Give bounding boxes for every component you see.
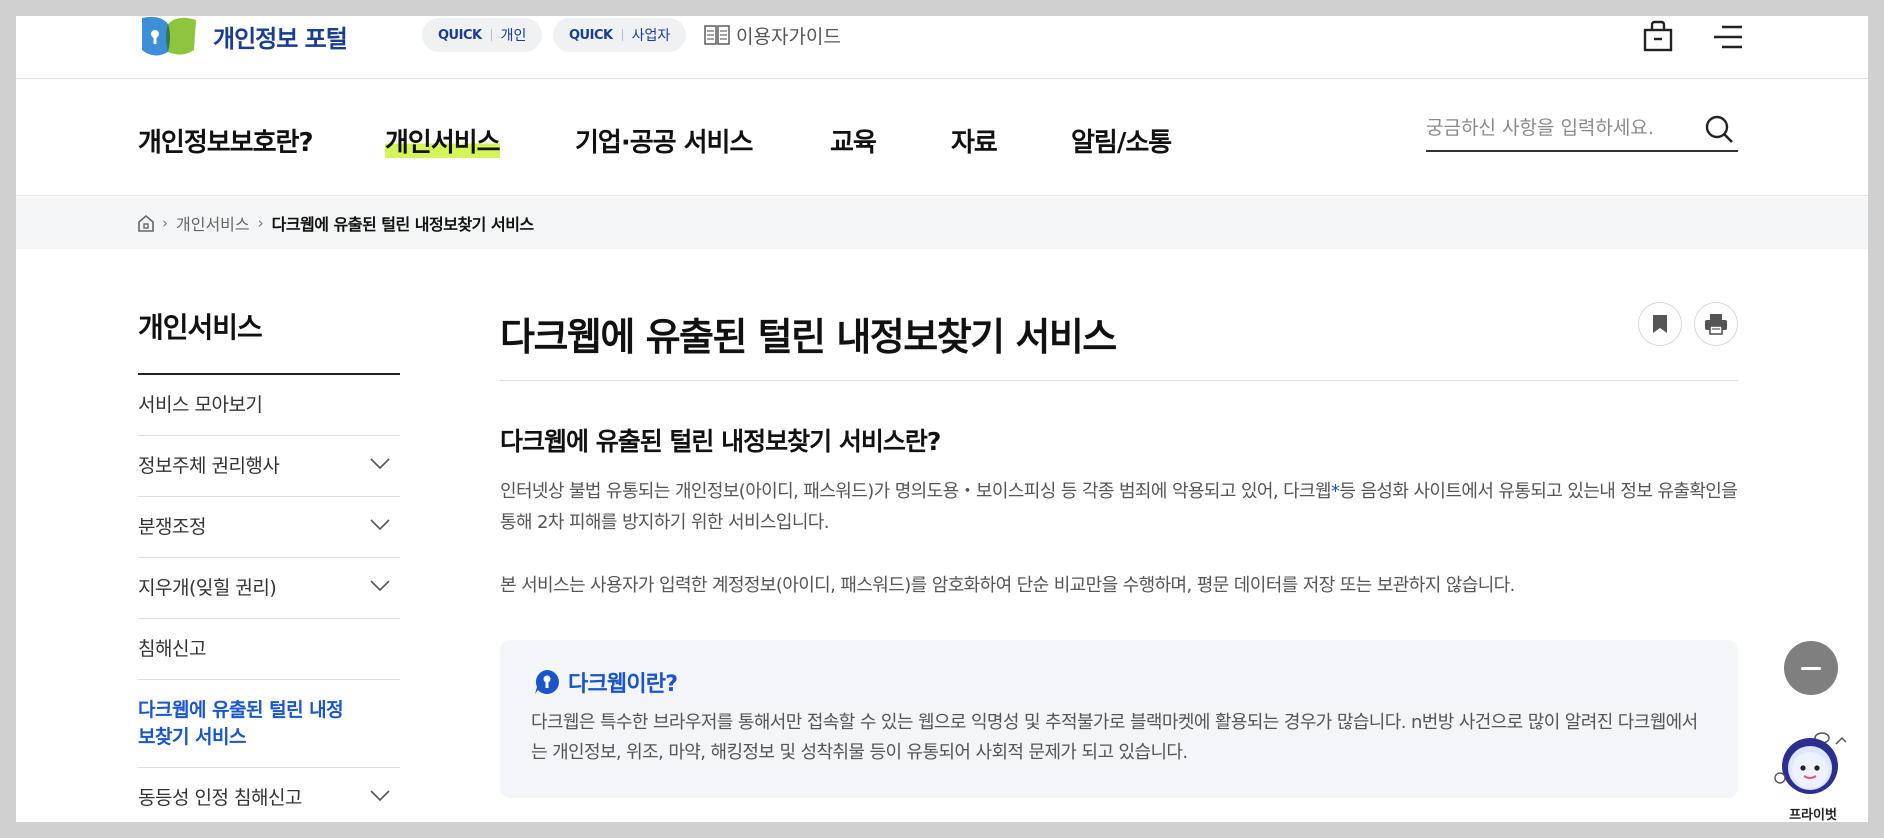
info-box-title: 다크웹이란? [534, 666, 678, 698]
chevron-down-icon [370, 519, 390, 531]
home-icon[interactable] [138, 214, 154, 232]
sidebar-item-eraser[interactable]: 지우개(잊힐 권리) [138, 558, 400, 619]
info-box-text: 다크웹은 특수한 브라우저를 통해서만 접속할 수 있는 웹으로 익명성 및 추… [531, 712, 1698, 763]
print-icon [1705, 314, 1727, 335]
sidebar-item-label: 침해신고 [138, 638, 206, 660]
user-guide-link[interactable]: 이용자가이드 [704, 22, 841, 48]
quick-link-business[interactable]: QUICK 사업자 [553, 18, 687, 52]
nav-label: 자료 [951, 128, 998, 158]
nav-item-corporate-service[interactable]: 기업·공공 서비스 [575, 122, 753, 159]
nav-label: 교육 [830, 128, 877, 158]
quick-target: 사업자 [631, 28, 671, 44]
minus-icon [1801, 666, 1821, 670]
nav-label: 기업·공공 서비스 [575, 128, 753, 158]
sidebar-item-label: 다크웹에 유출된 털린 내정보찾기 서비스 [138, 699, 344, 748]
nav-item-notice[interactable]: 알림/소통 [1071, 122, 1172, 159]
chatbot-icon [1774, 732, 1847, 794]
logo-text: 개인정보 포털 [213, 24, 348, 53]
divider [490, 29, 492, 41]
page-title: 다크웹에 유출된 털린 내정보찾기 서비스 [500, 315, 1117, 359]
collapse-button[interactable] [1784, 641, 1838, 695]
bookmark-icon [1653, 315, 1667, 333]
sidebar-item-darkweb[interactable]: 다크웹에 유출된 털린 내정보찾기 서비스 [138, 680, 400, 768]
privacy-notice: 본 서비스는 사용자가 입력한 계정정보(아이디, 패스워드)를 암호화하여 단… [500, 575, 1515, 596]
description-text: 인터넷상 불법 유통되는 개인정보(아이디, 패스워드)가 명의도용・보이스피싱… [500, 481, 1332, 502]
quick-target: 개인 [500, 28, 527, 44]
user-guide-label: 이용자가이드 [736, 25, 841, 48]
divider [621, 29, 623, 41]
sidebar-item-rights[interactable]: 정보주체 권리행사 [138, 436, 400, 497]
print-button[interactable] [1694, 302, 1738, 346]
breadcrumb: › 개인서비스 › 다크웹에 유출된 털린 내정보찾기 서비스 [16, 197, 1868, 249]
sidebar-item-label: 분쟁조정 [138, 516, 206, 538]
bookmark-button[interactable] [1638, 302, 1682, 346]
breadcrumb-current: 다크웹에 유출된 털린 내정보찾기 서비스 [271, 215, 535, 234]
info-icon [535, 670, 559, 694]
main-navigation: 개인정보보호란? 개인서비스 기업·공공 서비스 교육 자료 알림/소통 [16, 80, 1868, 196]
info-box-title-text: 다크웹이란? [568, 672, 678, 697]
bag-icon[interactable] [1642, 20, 1674, 56]
divider [500, 380, 1738, 381]
sidebar-menu: 서비스 모아보기 정보주체 권리행사 분쟁조정 지우개(잊힐 권리) 침해신고 … [138, 375, 400, 822]
nav-item-privacy-intro[interactable]: 개인정보보호란? [138, 122, 314, 159]
sidebar-item-label: 서비스 모아보기 [138, 394, 263, 416]
chatbot-button[interactable]: 프라이벗 [1770, 726, 1856, 822]
book-icon [704, 25, 730, 45]
chevron-down-icon [370, 580, 390, 592]
darkweb-info-box: 다크웹이란? 다크웹은 특수한 브라우저를 통해서만 접속할 수 있는 웹으로 … [500, 640, 1738, 798]
breadcrumb-item[interactable]: 개인서비스 [176, 211, 250, 235]
search-input[interactable] [1426, 108, 1696, 148]
nav-label: 개인정보보호란? [138, 128, 314, 158]
sidebar-item-label: 지우개(잊힐 권리) [138, 577, 277, 599]
chatbot-label: 프라이벗 [1789, 808, 1837, 822]
top-bar: 개인정보 포털 QUICK 개인 QUICK 사업자 이용자가이드 [16, 16, 1868, 79]
quick-link-personal[interactable]: QUICK 개인 [422, 18, 543, 52]
section-title: 다크웹에 유출된 털린 내정보찾기 서비스란? [500, 427, 941, 456]
search-icon[interactable] [1704, 114, 1734, 144]
nav-label: 알림/소통 [1071, 128, 1172, 158]
chevron-down-icon [370, 458, 390, 470]
nav-item-resources[interactable]: 자료 [951, 122, 998, 159]
sidebar-title: 개인서비스 [138, 311, 263, 344]
page-frame: 개인정보 포털 QUICK 개인 QUICK 사업자 이용자가이드 개인정보보호… [16, 16, 1868, 822]
search-box [1426, 108, 1738, 152]
sidebar-item-label: 정보주체 권리행사 [138, 455, 280, 477]
sidebar-item-label: 동등성 인정 침해신고 [138, 787, 302, 809]
chevron-right-icon: › [162, 214, 168, 232]
site-logo[interactable]: 개인정보 포털 [138, 16, 348, 56]
chevron-right-icon: › [257, 214, 264, 232]
chevron-down-icon [370, 790, 390, 802]
quick-label: QUICK [438, 27, 482, 43]
quick-label: QUICK [569, 27, 613, 43]
sidebar-item-service-overview[interactable]: 서비스 모아보기 [138, 375, 400, 436]
logo-icon [138, 16, 198, 56]
nav-item-personal-service[interactable]: 개인서비스 [385, 122, 501, 159]
menu-icon[interactable] [1712, 24, 1744, 54]
nav-label: 개인서비스 [385, 128, 501, 158]
nav-item-education[interactable]: 교육 [830, 122, 877, 159]
sidebar-item-dispute[interactable]: 분쟁조정 [138, 497, 400, 558]
sidebar-item-report[interactable]: 침해신고 [138, 619, 400, 680]
service-description: 인터넷상 불법 유통되는 개인정보(아이디, 패스워드)가 명의도용・보이스피싱… [500, 476, 1738, 538]
sidebar-item-equivalence[interactable]: 동등성 인정 침해신고 [138, 768, 400, 822]
